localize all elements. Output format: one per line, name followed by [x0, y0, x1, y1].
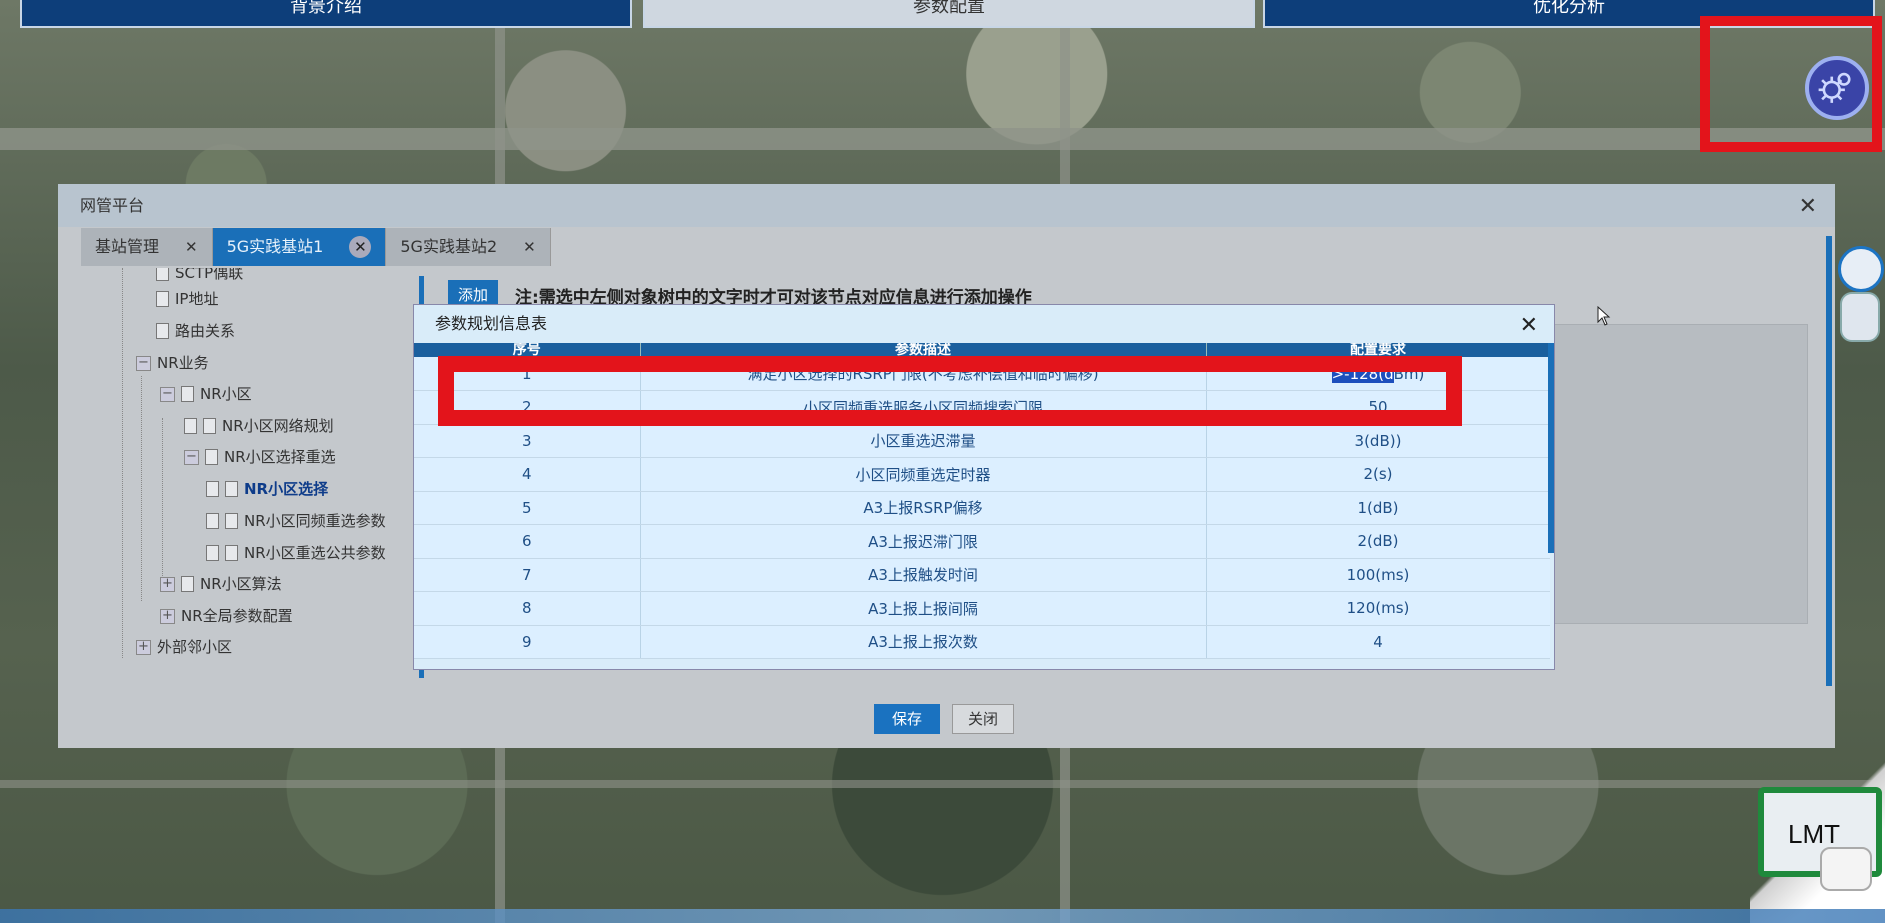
tree-item-nr-global-config[interactable]: + NR全局参数配置	[160, 605, 293, 627]
close-button[interactable]: 关闭	[952, 704, 1014, 734]
popup-title: 参数规划信息表	[414, 305, 1554, 343]
column-header-description: 参数描述	[640, 343, 1207, 357]
tree-item-ip-address[interactable]: IP地址	[156, 288, 218, 310]
lmt-shortcut[interactable]: LMT	[1758, 787, 1883, 897]
tree-item-nr-cell-selection[interactable]: NR小区选择	[206, 478, 328, 500]
collapse-icon: −	[136, 355, 151, 371]
nav-parameter-config[interactable]: 参数配置	[643, 0, 1255, 28]
tab-label: 5G实践基站2	[400, 237, 498, 256]
tab-close-icon[interactable]: ✕	[349, 236, 372, 258]
dialog-title: 网管平台	[58, 184, 1835, 227]
parameter-planning-popup: 参数规划信息表 ✕ 序号 参数描述 配置要求 1 满足小区选择的RSRP门限(不…	[413, 304, 1555, 670]
tree-item-nr-cell-planning[interactable]: NR小区网络规划	[184, 415, 334, 437]
top-navigation: 背景介绍 参数配置 优化分析	[0, 0, 1885, 30]
expand-icon: +	[160, 576, 175, 592]
tree-item-route[interactable]: 路由关系	[156, 320, 235, 342]
lmt-label: LMT	[1788, 819, 1840, 849]
selected-text: >-128(d	[1331, 364, 1394, 383]
assistant-robot-icon[interactable]	[1830, 236, 1885, 356]
settings-highlight-box	[1700, 16, 1882, 152]
expand-icon: +	[136, 639, 151, 655]
collapse-icon: −	[184, 449, 199, 465]
tree-item-nr-cell[interactable]: − NR小区	[160, 383, 252, 405]
tab-close-icon[interactable]: ✕	[185, 228, 198, 266]
table-row: 6 A3上报迟滞门限 2(dB)	[414, 524, 1550, 559]
tree-item-nr-service[interactable]: − NR业务	[136, 352, 209, 374]
parameter-table: 序号 参数描述 配置要求 1 满足小区选择的RSRP门限(不考虑补偿值和临时偏移…	[414, 343, 1550, 669]
tab-close-icon[interactable]: ✕	[523, 228, 536, 266]
tree-item-nr-cell-selection-reselection[interactable]: − NR小区选择重选	[184, 446, 336, 468]
video-play-icon[interactable]	[1820, 847, 1872, 891]
table-row: 2 小区同频重选服务小区同频搜索门限 50	[414, 390, 1550, 425]
bottom-wave-decoration	[0, 909, 1885, 923]
tab-label: 基站管理	[95, 237, 160, 256]
table-row: 5 A3上报RSRP偏移 1(dB)	[414, 491, 1550, 525]
tab-label: 5G实践基站1	[226, 237, 324, 256]
column-header-no: 序号	[414, 343, 641, 357]
close-icon[interactable]: ✕	[1520, 313, 1538, 338]
nav-background-intro[interactable]: 背景介绍	[20, 0, 632, 28]
mouse-cursor-icon	[1597, 306, 1611, 326]
tree-item-external-neighbor[interactable]: + 外部邻小区	[136, 636, 232, 658]
tab-base-station-management[interactable]: 基站管理 ✕	[81, 228, 213, 266]
table-row: 7 A3上报触发时间 100(ms)	[414, 558, 1550, 592]
table-row: 3 小区重选迟滞量 3(dB))	[414, 424, 1550, 458]
gear-icon[interactable]	[1805, 56, 1869, 120]
expand-icon: +	[160, 608, 175, 624]
table-row: 4 小区同频重选定时器 2(s)	[414, 457, 1550, 492]
tab-5g-station-1[interactable]: 5G实践基站1 ✕	[212, 228, 387, 266]
table-scrollbar[interactable]	[1548, 343, 1554, 553]
table-row: 8 A3上报上报间隔 120(ms)	[414, 591, 1550, 626]
collapse-icon: −	[160, 386, 175, 402]
table-row: 1 满足小区选择的RSRP门限(不考虑补偿值和临时偏移) >-128(dBm)	[414, 357, 1550, 391]
tree-item-nr-reselection-common[interactable]: NR小区重选公共参数	[206, 542, 386, 564]
table-row: 9 A3上报上报次数 4	[414, 625, 1550, 659]
page-scrollbar[interactable]	[1826, 236, 1832, 686]
tab-5g-station-2[interactable]: 5G实践基站2 ✕	[386, 228, 551, 266]
column-header-requirement: 配置要求	[1206, 343, 1550, 357]
save-button[interactable]: 保存	[874, 704, 940, 734]
object-tree: SCTP偶联 IP地址 路由关系 − NR业务 − NR小区 NR小区网络规划 − N…	[88, 268, 418, 668]
tab-bar: 基站管理 ✕ 5G实践基站1 ✕ 5G实践基站2 ✕	[81, 228, 551, 266]
tree-item-nr-cell-algorithm[interactable]: + NR小区算法	[160, 573, 282, 595]
tree-item-sctp[interactable]: SCTP偶联	[156, 268, 243, 284]
tree-item-nr-intra-freq-reselection[interactable]: NR小区同频重选参数	[206, 510, 386, 532]
close-icon[interactable]: ✕	[1799, 194, 1817, 219]
